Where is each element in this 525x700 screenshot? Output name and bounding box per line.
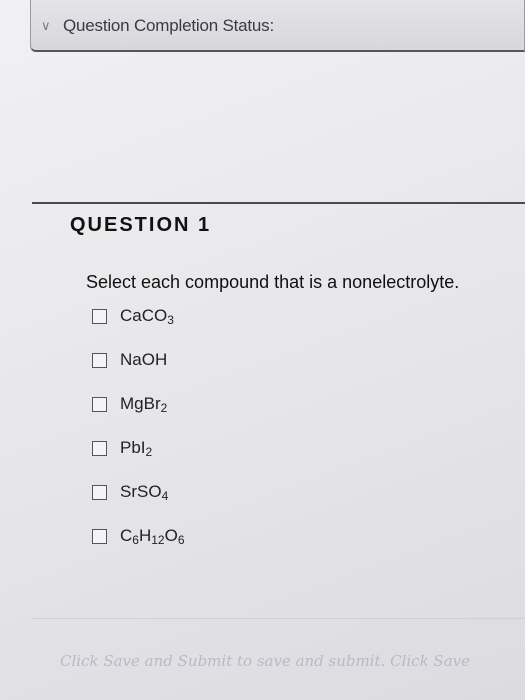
question-prompt: Select each compound that is a nonelectr… — [86, 272, 460, 292]
answer-checkbox[interactable] — [92, 397, 107, 412]
status-title[interactable]: Question Completion Status: — [63, 16, 274, 36]
chevron-down-icon[interactable]: ∨ — [41, 18, 51, 34]
answer-label[interactable]: CaCO3 — [120, 306, 174, 327]
answer-checkbox[interactable] — [92, 353, 107, 368]
answer-checkbox[interactable] — [92, 485, 107, 500]
answer-label[interactable]: PbI2 — [120, 438, 152, 459]
answer-option[interactable]: MgBr2 — [92, 394, 185, 438]
answer-label[interactable]: SrSO4 — [120, 482, 168, 503]
question-divider — [32, 202, 525, 204]
answer-option[interactable]: PbI2 — [92, 438, 185, 482]
answer-label[interactable]: C6H12O6 — [120, 526, 185, 547]
question-completion-status-bar[interactable]: ∨ Question Completion Status: — [30, 0, 525, 52]
answer-option[interactable]: NaOH — [92, 350, 185, 394]
answer-checkbox[interactable] — [92, 309, 107, 324]
answer-checkbox[interactable] — [92, 441, 107, 456]
save-submit-instructions: Click Save and Submit to save and submit… — [60, 652, 471, 670]
answer-label[interactable]: NaOH — [120, 350, 167, 370]
footer-divider — [32, 618, 525, 619]
answer-options: CaCO3 NaOH MgBr2 PbI2 SrSO4 C6H12O6 — [92, 306, 185, 570]
answer-option[interactable]: C6H12O6 — [92, 526, 185, 570]
answer-option[interactable]: CaCO3 — [92, 306, 185, 350]
answer-checkbox[interactable] — [92, 529, 107, 544]
answer-label[interactable]: MgBr2 — [120, 394, 167, 415]
question-heading: QUESTION 1 — [70, 214, 212, 236]
answer-option[interactable]: SrSO4 — [92, 482, 185, 526]
